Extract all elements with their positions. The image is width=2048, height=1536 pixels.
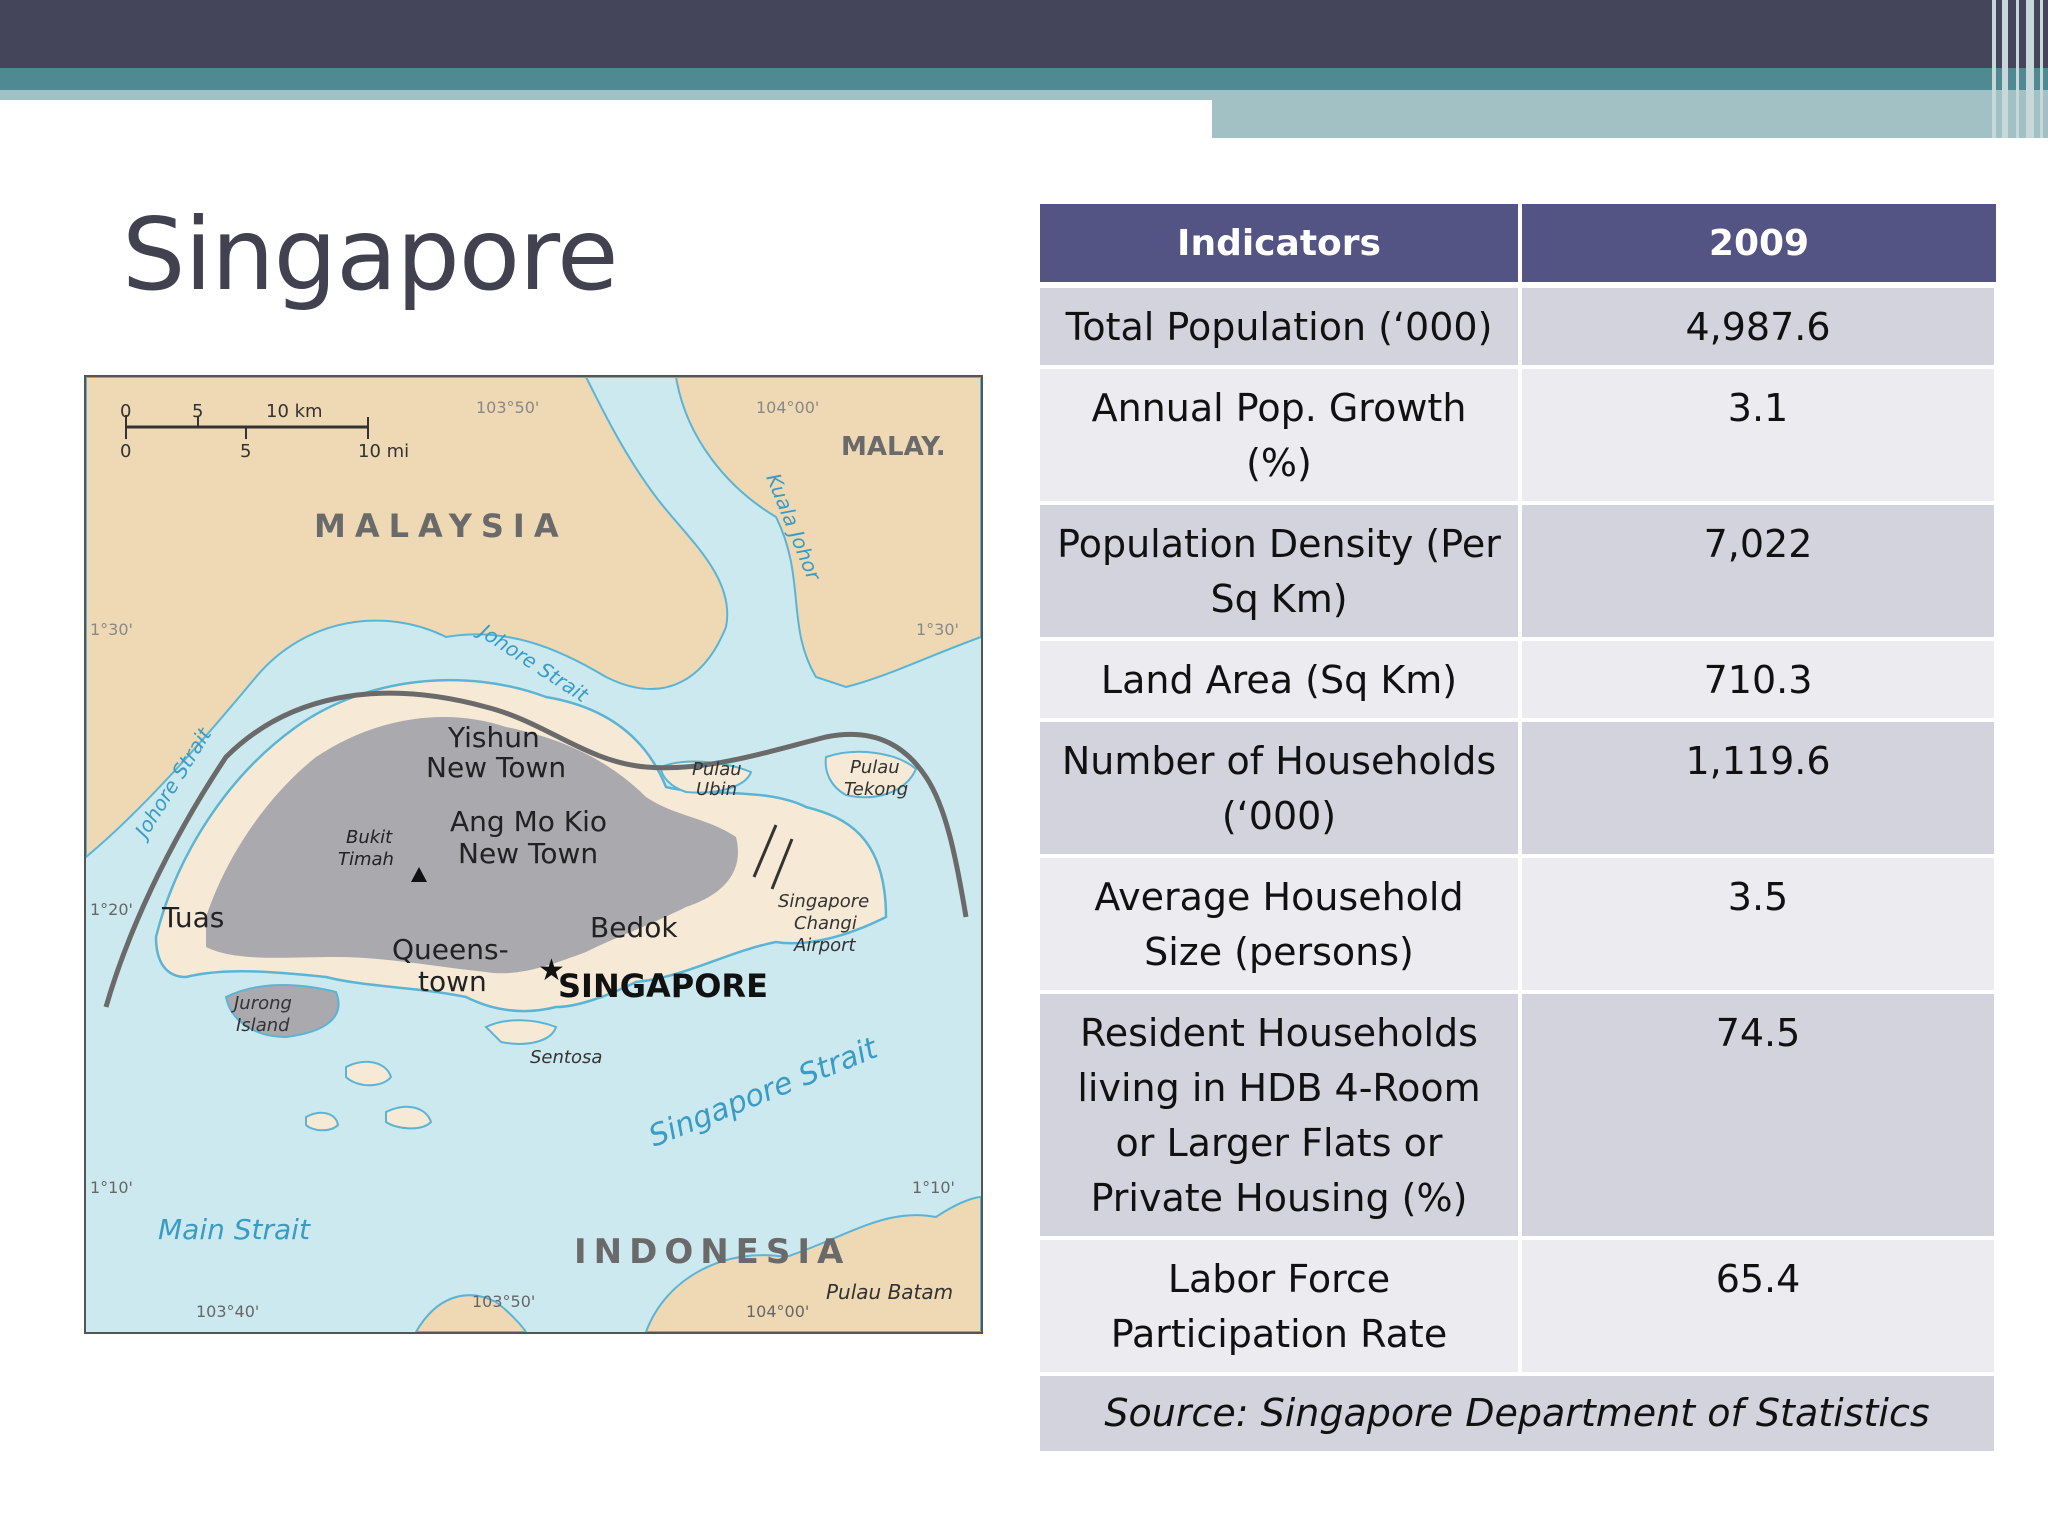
scale-mi-0: 0 [120, 441, 131, 462]
label-pulau-batam: Pulau Batam [826, 1280, 953, 1304]
label-sentosa: Sentosa [530, 1047, 602, 1068]
value-cell: 74.5 [1520, 992, 1998, 1240]
label-queenstown-2: town [418, 965, 487, 998]
table-row: Resident Households living in HDB 4-Room… [1040, 992, 1998, 1240]
label-jurong-2: Island [236, 1015, 290, 1036]
label-bukit-1: Bukit [346, 827, 393, 848]
indicator-cell: Resident Households living in HDB 4-Room… [1040, 992, 1522, 1240]
label-indonesia: INDONESIA [574, 1232, 850, 1272]
table-row: Labor Force Participation Rate 65.4 [1040, 1238, 1998, 1376]
lat-label-1-30-right: 1°30' [916, 620, 959, 639]
header-band-light-left [0, 90, 1212, 100]
header-decorative-stripes [1986, 0, 2048, 138]
lat-label-1-10-left: 1°10' [90, 1178, 133, 1197]
label-ubin-2: Ubin [696, 779, 737, 800]
scale-mi-10: 10 mi [358, 441, 409, 462]
source-note: Source: Singapore Department of Statisti… [1040, 1374, 1998, 1455]
table-row: Land Area (Sq Km) 710.3 [1040, 639, 1998, 722]
table-row: Average Household Size (persons) 3.5 [1040, 856, 1998, 994]
table-row: Total Population (‘000) 4,987.6 [1040, 285, 1998, 369]
value-cell: 3.1 [1520, 367, 1998, 505]
indicator-cell: Number of Households (‘000) [1040, 720, 1522, 858]
lon-label-103-40-bottom: 103°40' [196, 1302, 259, 1321]
label-changi-2: Changi [794, 913, 857, 934]
header-band-teal [0, 68, 2048, 90]
header-band-dark [0, 0, 2048, 68]
table-row: Population Density (Per Sq Km) 7,022 [1040, 503, 1998, 641]
value-cell: 65.4 [1520, 1238, 1998, 1376]
indicator-cell: Population Density (Per Sq Km) [1040, 503, 1522, 641]
lon-label-104-00-top: 104°00' [756, 398, 819, 417]
label-singapore-city: SINGAPORE [558, 967, 768, 1005]
label-tekong-1: Pulau [850, 757, 900, 778]
lon-label-103-50-top: 103°50' [476, 398, 539, 417]
value-cell: 3.5 [1520, 856, 1998, 994]
table-row: Number of Households (‘000) 1,119.6 [1040, 720, 1998, 858]
scale-km-0: 0 [120, 401, 131, 422]
label-tekong-2: Tekong [844, 779, 908, 800]
label-malay-abbr: MALAY. [841, 432, 946, 462]
label-yishun-2: New Town [426, 751, 566, 784]
value-cell: 7,022 [1520, 503, 1998, 641]
indicators-table: Indicators 2009 Total Population (‘000) … [1040, 204, 1998, 1455]
value-cell: 1,119.6 [1520, 720, 1998, 858]
indicator-cell: Average Household Size (persons) [1040, 856, 1522, 994]
header-year: 2009 [1520, 204, 1996, 288]
value-cell: 710.3 [1520, 639, 1998, 722]
map-island-south-3 [305, 1111, 340, 1132]
slide-title: Singapore [122, 196, 618, 313]
label-amk-2: New Town [458, 837, 598, 870]
label-amk-1: Ang Mo Kio [450, 805, 607, 838]
scale-mi-5: 5 [240, 441, 251, 462]
label-queenstown-1: Queens- [392, 933, 509, 966]
indicator-cell: Annual Pop. Growth (%) [1040, 367, 1522, 505]
header-indicators: Indicators [1040, 204, 1522, 288]
indicator-cell: Land Area (Sq Km) [1040, 639, 1522, 722]
indicator-cell: Labor Force Participation Rate [1040, 1238, 1522, 1376]
label-yishun-1: Yishun [447, 721, 540, 754]
label-jurong-1: Jurong [231, 993, 292, 1014]
scale-km-10: 10 km [266, 401, 323, 422]
label-bukit-2: Timah [338, 849, 394, 870]
value-cell: 4,987.6 [1520, 285, 1998, 369]
lon-label-104-00-bottom: 104°00' [746, 1302, 809, 1321]
label-tuas: Tuas [161, 901, 224, 934]
header-band-light-right [1212, 90, 2048, 138]
label-changi-3: Airport [793, 935, 857, 956]
lon-label-103-50-bottom: 103°50' [472, 1292, 535, 1311]
table-header-row: Indicators 2009 [1040, 204, 1996, 288]
label-ubin-1: Pulau [692, 759, 742, 780]
label-bedok: Bedok [590, 911, 678, 944]
singapore-map: ★ 0 5 10 km 0 5 10 mi 103°50' 104°00' 10… [84, 375, 983, 1334]
label-main-strait: Main Strait [158, 1213, 311, 1246]
scale-km-5: 5 [192, 401, 203, 422]
table-row: Annual Pop. Growth (%) 3.1 [1040, 367, 1998, 505]
lat-label-1-10-right: 1°10' [912, 1178, 955, 1197]
lat-label-1-20-left: 1°20' [90, 900, 133, 919]
source-row: Source: Singapore Department of Statisti… [1040, 1374, 1998, 1455]
label-changi-1: Singapore [778, 891, 869, 912]
label-malaysia: MALAYSIA [314, 507, 568, 545]
indicator-cell: Total Population (‘000) [1040, 285, 1522, 369]
lat-label-1-30-left: 1°30' [90, 620, 133, 639]
